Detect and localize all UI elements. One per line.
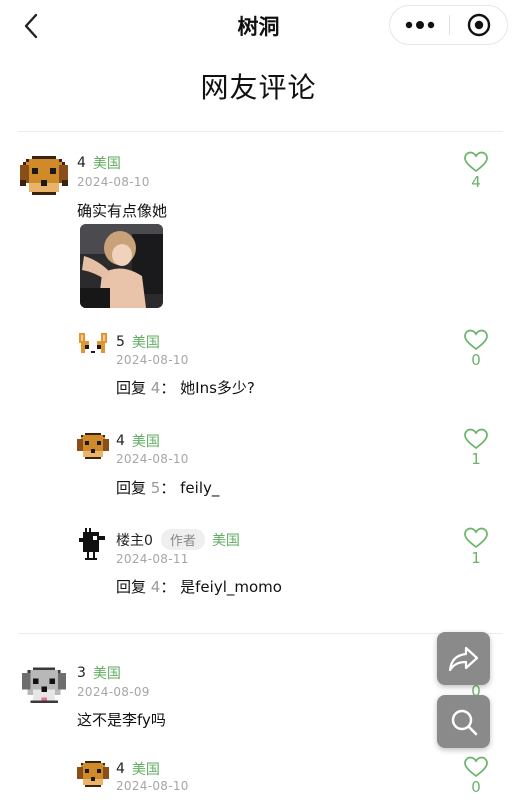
reply-text: 回复 4： 是feiyl_momo — [116, 576, 282, 597]
like-count: 0 — [471, 778, 481, 796]
target-close-icon — [467, 13, 491, 37]
comment-date: 2024-08-11 — [116, 552, 189, 566]
author-name: 5 — [116, 334, 125, 350]
heart-icon — [464, 527, 488, 549]
dog-avatar-icon[interactable] — [20, 156, 68, 198]
comment-date: 2024-08-10 — [116, 779, 189, 793]
corgi-avatar-icon[interactable] — [77, 333, 109, 361]
comment-date: 2024-08-10 — [116, 353, 189, 367]
author-badge: 作者 — [160, 529, 205, 550]
reply-content: 是feiyl_momo — [180, 578, 282, 596]
comment-photo[interactable] — [80, 224, 163, 308]
location-label: 美国 — [131, 335, 160, 351]
like-count: 0 — [471, 351, 481, 369]
comment-date: 2024-08-10 — [77, 175, 150, 189]
author-row: 5 美国 — [116, 332, 160, 352]
author-name: 3 — [77, 665, 86, 681]
section-heading: 网友评论 — [200, 71, 317, 104]
comment-text: 确实有点像她 — [77, 202, 168, 220]
mini-program-capsule — [389, 5, 508, 45]
dog-avatar-icon[interactable] — [77, 433, 109, 461]
author-row: 楼主0 作者 美国 — [116, 529, 240, 550]
search-button[interactable] — [437, 695, 490, 748]
author-row: 4 美国 — [116, 431, 160, 451]
reply-separator: ： — [160, 379, 176, 397]
heart-icon — [464, 151, 488, 173]
dog-avatar-icon[interactable] — [77, 761, 109, 789]
like-button[interactable]: 0 — [463, 756, 489, 796]
reply-text: 回复 5： feily_ — [116, 477, 219, 498]
author-row: 3 美国 — [77, 663, 121, 683]
reply-target: 4 — [150, 578, 161, 596]
location-label: 美国 — [131, 762, 160, 778]
gray-dog-avatar-icon[interactable] — [22, 667, 66, 709]
author-name: 4 — [116, 761, 125, 777]
reply-target: 4 — [150, 379, 161, 397]
reply-separator: ： — [160, 479, 176, 497]
comment-text: 这不是李fy吗 — [77, 711, 166, 729]
author-name: 4 — [116, 433, 125, 449]
comment-date: 2024-08-10 — [116, 452, 189, 466]
search-icon — [451, 709, 477, 735]
like-button[interactable]: 4 — [463, 151, 489, 191]
more-dots-icon — [405, 21, 434, 29]
location-label: 美国 — [131, 434, 160, 450]
like-button[interactable]: 1 — [463, 527, 489, 567]
reply-content: 她Ins多少? — [180, 379, 255, 397]
author-row: 4 美国 — [77, 153, 121, 173]
location-label: 美国 — [211, 532, 240, 549]
divider — [18, 633, 503, 634]
heart-icon — [464, 329, 488, 351]
location-label: 美国 — [92, 156, 121, 172]
like-count: 1 — [471, 450, 481, 468]
location-label: 美国 — [92, 666, 121, 682]
divider — [18, 131, 503, 132]
like-count: 1 — [471, 549, 481, 567]
author-name: 4 — [77, 155, 86, 171]
author-name: 楼主0 — [116, 532, 153, 549]
reply-prefix: 回复 — [116, 578, 147, 596]
reply-target: 5 — [150, 479, 161, 497]
like-button[interactable]: 0 — [463, 329, 489, 369]
comment-date: 2024-08-09 — [77, 685, 150, 699]
bird-avatar-icon[interactable] — [79, 528, 107, 560]
reply-prefix: 回复 — [116, 479, 147, 497]
author-row: 4 美国 — [116, 759, 160, 779]
heart-icon — [464, 756, 488, 778]
reply-text: 回复 4： 她Ins多少? — [116, 377, 255, 398]
close-button[interactable] — [450, 6, 508, 44]
reply-content: feily_ — [180, 479, 220, 497]
like-button[interactable]: 1 — [463, 428, 489, 468]
reply-prefix: 回复 — [116, 379, 147, 397]
more-button[interactable] — [390, 6, 449, 44]
like-count: 4 — [471, 173, 481, 191]
reply-separator: ： — [160, 578, 176, 596]
share-icon — [448, 646, 478, 671]
navigation-bar: 树洞 — [0, 0, 517, 50]
share-button[interactable] — [437, 632, 490, 685]
heart-icon — [464, 428, 488, 450]
